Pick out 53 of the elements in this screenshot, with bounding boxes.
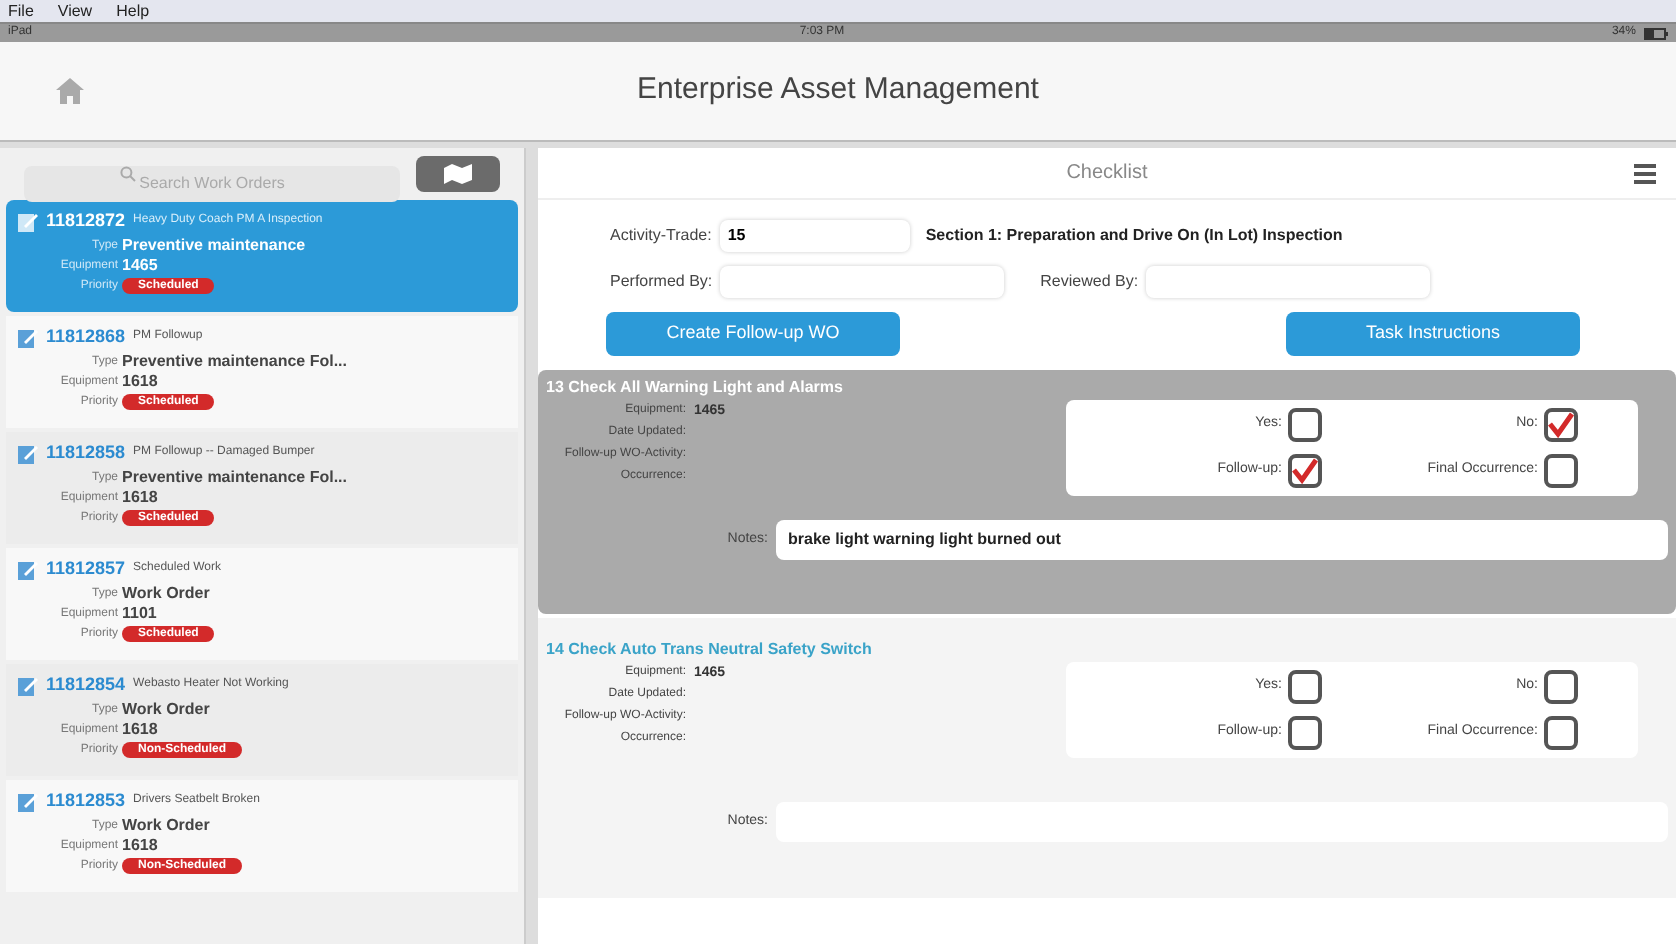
- edit-icon: [18, 791, 38, 812]
- field-value: Preventive maintenance: [122, 235, 306, 255]
- battery-icon: [1643, 27, 1668, 39]
- task-title: 13 Check All Warning Light and Alarms: [546, 376, 845, 400]
- field-value: 1465: [122, 255, 158, 275]
- field-value: Work Order: [122, 815, 210, 835]
- checkbox[interactable]: [1544, 408, 1578, 442]
- field-label: Reviewed By:: [1040, 270, 1139, 294]
- menu-item[interactable]: Help: [116, 0, 150, 23]
- field-value: Preventive maintenance Fol...: [122, 467, 347, 487]
- field-value: 1618: [122, 835, 158, 855]
- edit-icon: [18, 675, 38, 696]
- field-value: 15: [727, 224, 746, 248]
- work-order-id: 11812853: [46, 788, 126, 814]
- field-value: brake light warning light burned out: [788, 528, 1061, 552]
- checkbox[interactable]: [1544, 454, 1578, 488]
- checkbox[interactable]: [1544, 670, 1578, 704]
- checkbox[interactable]: [1288, 454, 1322, 488]
- work-order-id: 11812872: [46, 208, 126, 234]
- field-value: Work Order: [122, 699, 210, 719]
- menu-icon[interactable]: [1634, 164, 1656, 184]
- edit-icon: [18, 211, 38, 232]
- notes-field[interactable]: brake light warning light burned out: [776, 520, 1668, 560]
- field-value: 1618: [122, 371, 158, 391]
- checkbox[interactable]: [1288, 716, 1322, 750]
- map-icon: [444, 164, 472, 184]
- work-order-id: 11812868: [46, 324, 126, 350]
- section-title: Section 1: Preparation and Drive On (In Lot) Inspection: [925, 224, 1343, 248]
- panel-title: Checklist: [1066, 160, 1148, 188]
- field-label: Activity-Trade:: [610, 224, 712, 248]
- work-order-id: 11812857: [46, 556, 126, 582]
- field-value: 1618: [122, 487, 158, 507]
- checkbox[interactable]: [1288, 408, 1322, 442]
- map-button[interactable]: [416, 156, 500, 192]
- task-title: 14 Check Auto Trans Neutral Safety Switch: [546, 638, 874, 662]
- field-value: Preventive maintenance Fol...: [122, 351, 347, 371]
- checkbox[interactable]: [1544, 716, 1578, 750]
- activity-trade-field[interactable]: 15: [719, 220, 910, 252]
- app-title: Enterprise Asset Management: [637, 70, 1039, 111]
- field-value: 1618: [122, 719, 158, 739]
- field-value: Work Order: [122, 583, 210, 603]
- checkbox[interactable]: [1288, 670, 1322, 704]
- edit-icon: [18, 327, 38, 348]
- field-value: 1101: [122, 603, 157, 623]
- work-order-id: 11812854: [46, 672, 126, 698]
- menu-item[interactable]: View: [57, 0, 93, 23]
- edit-icon: [18, 559, 38, 580]
- work-order-id: 11812858: [46, 440, 126, 466]
- search-icon: [120, 166, 136, 182]
- field-label: Performed By:: [610, 270, 713, 294]
- edit-icon: [18, 443, 38, 464]
- search-field[interactable]: Search Work Orders: [24, 165, 400, 201]
- menu-item[interactable]: File: [8, 0, 34, 23]
